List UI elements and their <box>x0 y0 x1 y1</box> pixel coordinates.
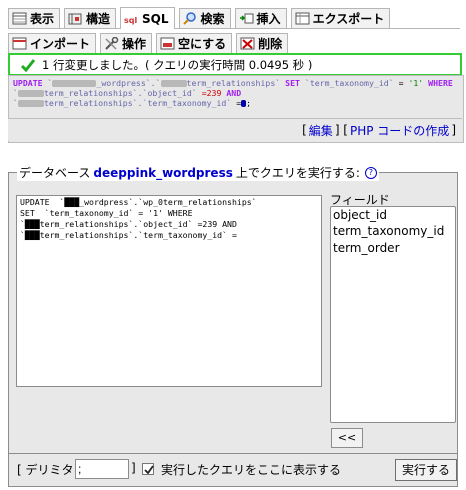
sql-identifier: term_relationships <box>43 88 133 98</box>
redacted-text: x <box>52 80 97 87</box>
sql-identifier: term_relationships <box>43 98 133 108</box>
edit-link[interactable]: 編集 <box>309 122 333 139</box>
tab-row-2: インポート 操作 空にする 削除 <box>8 31 460 54</box>
checkmark-icon <box>144 465 154 475</box>
tab-sql[interactable]: sql SQL <box>120 7 175 29</box>
sql-links-bar: [編集] [PHP コードの作成] <box>8 118 462 141</box>
browse-icon <box>12 12 27 25</box>
success-message: 1 行変更しました。( クエリの実行時間 0.0495 秒 ) <box>42 57 313 72</box>
query-options-bar: [ デリミタ ] 実行したクエリをここに表示する 実行する <box>8 454 458 487</box>
tab-row-1: 表示 構造 sql SQL 検索 挿入 エクスポート <box>8 6 460 29</box>
legend-prefix: データベース <box>19 166 91 180</box>
sql-identifier: `object_id` <box>142 88 197 98</box>
sql-identifier: `term_taxonomy_id` <box>304 78 394 88</box>
field-option[interactable]: term_order <box>331 240 455 256</box>
redacted-text: x <box>17 90 44 97</box>
export-icon <box>295 12 310 25</box>
legend-suffix: 上でクエリを実行する: <box>235 166 360 180</box>
tab-label: 空にする <box>178 37 227 51</box>
tab-search[interactable]: 検索 <box>178 8 231 28</box>
delimiter-input[interactable] <box>75 459 129 479</box>
field-option[interactable]: object_id <box>331 207 455 223</box>
tab-label: 挿入 <box>256 12 281 26</box>
redacted-text: x <box>160 80 187 87</box>
tab-label: 構造 <box>86 12 111 26</box>
tab-import[interactable]: インポート <box>8 33 97 53</box>
redacted-text: x <box>17 100 44 107</box>
tab-label: 検索 <box>200 12 225 26</box>
show-query-checkbox[interactable] <box>142 463 154 475</box>
create-php-code-link[interactable]: PHP コードの作成 <box>350 122 449 139</box>
structure-icon <box>68 12 83 25</box>
tab-label: インポート <box>30 37 91 51</box>
tab-bar: 表示 構造 sql SQL 検索 挿入 エクスポート インポート 操作 空にする… <box>8 6 460 54</box>
sql-number: =239 <box>201 88 222 98</box>
tab-structure[interactable]: 構造 <box>64 8 117 28</box>
sql-icon: sql <box>124 12 139 25</box>
database-link[interactable]: deeppink_wordpress <box>93 166 232 180</box>
empty-icon <box>160 37 175 50</box>
delimiter-label: [ デリミタ <box>17 463 74 477</box>
tab-empty[interactable]: 空にする <box>156 33 233 53</box>
tab-label: エクスポート <box>312 12 385 26</box>
drop-icon <box>240 37 255 50</box>
search-icon <box>182 12 198 25</box>
sql-identifier: `term_taxonomy_id` <box>142 98 232 108</box>
fields-list[interactable]: object_id term_taxonomy_id term_order <box>330 206 456 423</box>
sql-keyword: SET <box>285 78 300 88</box>
success-message-box: 1 行変更しました。( クエリの実行時間 0.0495 秒 ) <box>8 53 462 76</box>
delimiter-close-bracket: ] <box>131 461 136 475</box>
executed-sql-code: UPDATE `x_wordpress`.`xterm_relationship… <box>13 78 453 108</box>
tab-drop[interactable]: 削除 <box>236 33 289 53</box>
tab-label: SQL <box>142 11 169 26</box>
sql-identifier: term_relationships <box>186 78 276 88</box>
help-icon[interactable]: ? <box>364 166 377 179</box>
sql-query-textarea[interactable] <box>16 195 322 387</box>
insert-field-button[interactable]: << <box>331 428 363 448</box>
query-form-legend: データベース deeppink_wordpress 上でクエリを実行する: ? <box>17 164 379 181</box>
checkmark-icon <box>20 58 36 72</box>
tab-operations[interactable]: 操作 <box>100 33 153 53</box>
sql-keyword: AND <box>226 88 242 98</box>
operations-icon <box>104 37 119 50</box>
sql-operator: = <box>398 78 404 88</box>
sql-string: '1' <box>408 78 424 88</box>
sql-keyword: WHERE <box>428 78 453 88</box>
svg-text:sql: sql <box>124 16 137 25</box>
tab-export[interactable]: エクスポート <box>290 8 391 28</box>
sql-keyword: UPDATE <box>13 78 43 88</box>
tab-browse[interactable]: 表示 <box>8 8 61 28</box>
insert-icon <box>239 12 254 25</box>
sql-identifier: _wordpress <box>96 78 146 88</box>
field-option[interactable]: term_taxonomy_id <box>331 223 455 239</box>
tab-insert[interactable]: 挿入 <box>234 8 287 28</box>
show-query-label: 実行したクエリをここに表示する <box>161 463 342 477</box>
tab-label: 削除 <box>258 37 283 51</box>
import-icon <box>12 37 27 50</box>
run-query-button[interactable]: 実行する <box>395 459 457 481</box>
tab-label: 操作 <box>122 37 147 51</box>
text-cursor: x <box>241 100 247 107</box>
tab-label: 表示 <box>30 12 55 26</box>
